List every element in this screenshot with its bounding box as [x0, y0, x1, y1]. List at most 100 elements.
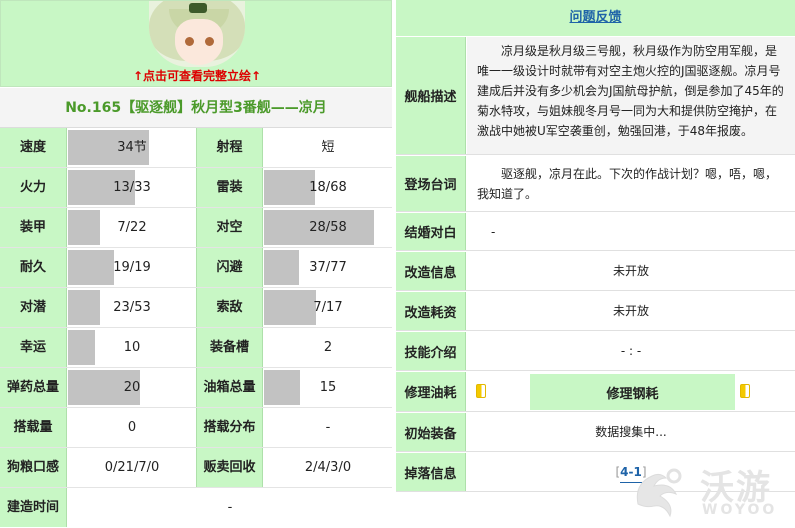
stat-value: 0/21/7/0 [68, 448, 196, 487]
stat-value: 7/17 [264, 288, 392, 327]
repair-oil-label: 修理油耗 [396, 372, 466, 411]
stat-value-text: 28/58 [309, 220, 347, 235]
stat-row: 火力 13/33 雷装 18/68 [0, 168, 392, 208]
stat-label: 火力 [0, 168, 67, 207]
build-time-label: 建造时间 [0, 488, 67, 527]
stat-label: 射程 [196, 128, 263, 167]
stat-value: 2 [264, 328, 392, 367]
stat-bar [264, 370, 300, 405]
stat-label: 油箱总量 [196, 368, 263, 407]
portrait-header: ↑点击可查看完整立绘↑ [0, 0, 392, 87]
stat-value: 0 [68, 408, 196, 447]
watermark-en: WOYOO [702, 502, 778, 518]
remodel-row: 改造信息 未开放 [396, 252, 795, 291]
stat-label: 耐久 [0, 248, 67, 287]
stat-value: 短 [264, 128, 392, 167]
stat-value-text: 20 [123, 380, 141, 395]
remodel-cost-row: 改造耗资 未开放 [396, 292, 795, 331]
description-text: 凉月级是秋月级三号舰，秋月级作为防空用军舰，是唯一一级设计时就带有对空主炮火控的… [467, 37, 795, 154]
stat-value-text: 19/19 [113, 260, 151, 275]
stat-value: 10 [68, 328, 196, 367]
drop-info-label: 掉落信息 [396, 453, 466, 491]
stat-value-text: 15 [319, 380, 337, 395]
stat-value-text: 短 [321, 140, 335, 155]
stat-label: 幸运 [0, 328, 67, 367]
stat-bar [264, 250, 299, 285]
stat-label: 弹药总量 [0, 368, 67, 407]
stat-value: 37/77 [264, 248, 392, 287]
stat-label: 雷装 [196, 168, 263, 207]
ship-info-right-panel: 问题反馈 舰船描述 凉月级是秋月级三号舰，秋月级作为防空用军舰，是唯一一级设计时… [396, 0, 795, 528]
stat-label: 狗粮口感 [0, 448, 67, 487]
initial-equipment-label: 初始装备 [396, 413, 466, 451]
marriage-label: 结婚对白 [396, 213, 466, 250]
stat-value-text: 10 [123, 340, 141, 355]
description-row: 舰船描述 凉月级是秋月级三号舰，秋月级作为防空用军舰，是唯一一级设计时就带有对空… [396, 37, 795, 155]
stat-bar [68, 250, 115, 285]
stat-bar [68, 210, 100, 245]
stat-value: 20 [68, 368, 196, 407]
stat-label: 装备槽 [196, 328, 263, 367]
woyoo-logo-icon [636, 468, 682, 518]
stat-value: 19/19 [68, 248, 196, 287]
stat-row: 弹药总量 20 油箱总量 15 [0, 368, 392, 408]
stat-value: - [264, 408, 392, 447]
marriage-text: - [491, 224, 496, 239]
stat-value: 34节 [68, 128, 196, 167]
stat-label: 闪避 [196, 248, 263, 287]
ship-portrait-image[interactable] [149, 1, 245, 67]
stat-label: 对空 [196, 208, 263, 247]
site-watermark: 沃游 WOYOO [630, 458, 790, 524]
feedback-link[interactable]: 问题反馈 [569, 10, 621, 25]
remodel-cost-label: 改造耗资 [396, 292, 466, 330]
stat-value: 7/22 [68, 208, 196, 247]
repair-row: 修理油耗 修理钢耗 [396, 372, 795, 412]
stat-label: 搭载分布 [196, 408, 263, 447]
stat-value-text: 0/21/7/0 [104, 460, 160, 475]
stat-value: 23/53 [68, 288, 196, 327]
stat-value-text: 18/68 [309, 180, 347, 195]
stat-value-text: 2 [323, 340, 333, 355]
stat-value-text: 0 [127, 420, 137, 435]
skill-row: 技能介绍 - : - [396, 332, 795, 371]
stat-row: 装甲 7/22 对空 28/58 [0, 208, 392, 248]
repair-steel-label: 修理钢耗 [530, 374, 735, 410]
stat-value-text: - [325, 420, 331, 435]
stat-bar [68, 290, 100, 325]
stat-label: 索敌 [196, 288, 263, 327]
stat-value: 15 [264, 368, 392, 407]
stat-row: 幸运 10 装备槽 2 [0, 328, 392, 368]
stat-bar [68, 330, 95, 365]
intro-lines-label: 登场台词 [396, 156, 466, 211]
view-full-portrait-link[interactable]: ↑点击可查看完整立绘↑ [1, 67, 393, 84]
stat-value: 18/68 [264, 168, 392, 207]
skill-text: - : - [620, 344, 642, 358]
stat-label: 速度 [0, 128, 67, 167]
fuel-icon [476, 384, 486, 402]
skill-label: 技能介绍 [396, 332, 466, 370]
remodel-label: 改造信息 [396, 252, 466, 290]
build-time-value: - [68, 488, 392, 527]
stat-row: 耐久 19/19 闪避 37/77 [0, 248, 392, 288]
stat-value-text: 7/17 [313, 300, 343, 315]
stat-value-text: 13/33 [113, 180, 151, 195]
stat-value: 2/4/3/0 [264, 448, 392, 487]
stat-label: 对潜 [0, 288, 67, 327]
feedback-bar: 问题反馈 [396, 0, 795, 36]
stat-row: 狗粮口感 0/21/7/0 贩卖回收 2/4/3/0 [0, 448, 392, 488]
remodel-cost-text: 未开放 [612, 304, 649, 318]
stat-row: 速度 34节 射程 短 [0, 128, 392, 168]
stat-row: 搭载量 0 搭载分布 - [0, 408, 392, 448]
stat-value-text: 23/53 [113, 300, 151, 315]
stat-row: 对潜 23/53 索敌 7/17 [0, 288, 392, 328]
stat-value: 13/33 [68, 168, 196, 207]
stat-label: 装甲 [0, 208, 67, 247]
ship-title: No.165【驱逐舰】秋月型3番舰——凉月 [0, 88, 392, 128]
stat-bar [264, 290, 317, 325]
stat-value-text: 34节 [117, 140, 147, 155]
stat-label: 贩卖回收 [196, 448, 263, 487]
steel-icon [740, 384, 750, 402]
stat-value-text: 2/4/3/0 [304, 460, 352, 475]
stat-value-text: 7/22 [117, 220, 147, 235]
remodel-text: 未开放 [612, 264, 649, 278]
